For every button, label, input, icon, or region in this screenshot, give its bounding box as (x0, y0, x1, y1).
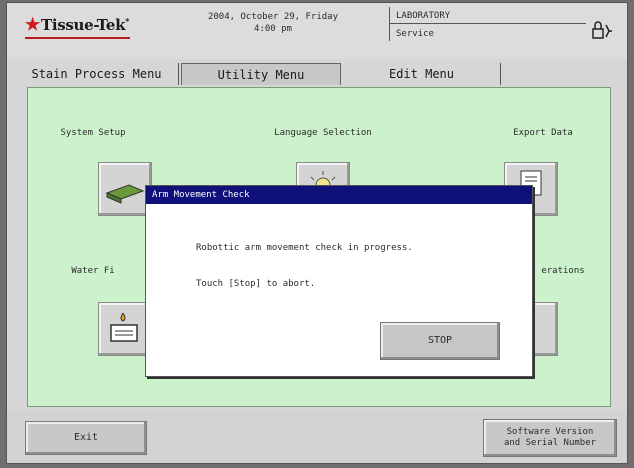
time-text: 4:00 pm (254, 24, 292, 34)
logo-underline (25, 37, 130, 39)
location-mode: Service (396, 29, 434, 39)
stop-button[interactable]: STOP (380, 322, 500, 360)
dialog-message: Robottic arm movement check in progress.… (196, 218, 413, 314)
bottom-bar: Exit Software Version and Serial Number (7, 411, 627, 463)
tab-utility-menu[interactable]: Utility Menu (181, 63, 341, 85)
arm-movement-dialog: Arm Movement Check Robottic arm movement… (145, 185, 533, 377)
system-setup-label: System Setup (60, 128, 126, 138)
system-setup-button[interactable] (98, 162, 152, 216)
location-divider (390, 23, 586, 24)
brand-name: Tissue-Tek (40, 16, 126, 34)
menu-tabs: Stain Process Menu Utility Menu Edit Men… (15, 63, 619, 87)
dialog-title: Arm Movement Check (146, 186, 532, 204)
app-screen: ★Tissue-Tek* 2004, October 29, Friday 4:… (6, 2, 628, 464)
location-box: LABORATORY Service (389, 7, 586, 41)
software-version-line2: and Serial Number (503, 438, 597, 448)
water-filter-button[interactable] (98, 302, 152, 356)
language-selection-label: Language Selection (274, 128, 372, 138)
dialog-message-line1: Robottic arm movement check in progress. (196, 243, 413, 253)
date-text: 2004, October 29, Friday (207, 12, 339, 22)
tab-edit-menu[interactable]: Edit Menu (343, 63, 501, 85)
date-time-display: 2004, October 29, Friday 4:00 pm (203, 11, 343, 35)
export-data-label: Export Data (513, 128, 573, 138)
water-filter-icon (110, 312, 138, 342)
software-version-line1: Software Version (506, 427, 594, 437)
header: ★Tissue-Tek* 2004, October 29, Friday 4:… (7, 3, 627, 59)
dialog-message-line2: Touch [Stop] to abort. (196, 279, 316, 289)
instrument-icon (105, 184, 145, 204)
brand-logo: ★Tissue-Tek* (25, 15, 130, 35)
software-version-button[interactable]: Software Version and Serial Number (483, 419, 617, 457)
water-filter-label: Water Fi (71, 266, 115, 276)
lock-icon[interactable] (591, 19, 613, 41)
location-lab: LABORATORY (396, 11, 451, 21)
tab-stain-process-menu[interactable]: Stain Process Menu (15, 63, 179, 85)
exit-button[interactable]: Exit (25, 421, 147, 455)
star-logo-icon: ★ (25, 15, 40, 35)
